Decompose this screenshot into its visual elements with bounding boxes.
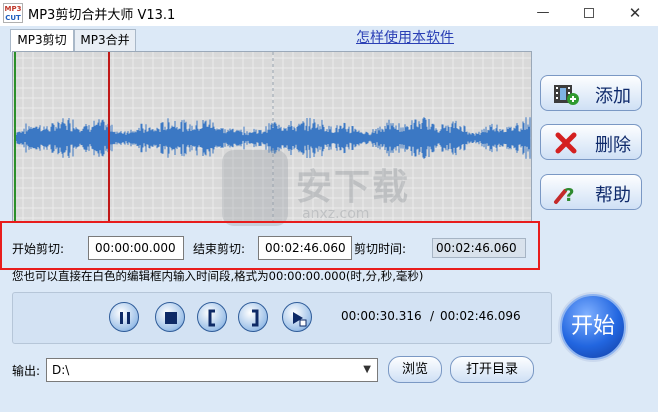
svg-text:?: ?: [564, 185, 574, 205]
mark-in-button[interactable]: [197, 302, 227, 332]
stop-icon: [165, 312, 177, 324]
mark-out-button[interactable]: [238, 302, 268, 332]
help-button-label: 帮助: [595, 185, 631, 206]
end-cut-input[interactable]: 00:02:46.060: [258, 236, 352, 260]
question-icon: ?: [554, 185, 574, 205]
maximize-button[interactable]: [566, 0, 612, 26]
maximize-icon: [584, 7, 594, 18]
title-bar: MP3 CUT MP3剪切合并大师 V13.1 — ✕: [0, 0, 658, 26]
mark-in-icon: [208, 309, 215, 327]
tab-mp3-cut[interactable]: MP3剪切: [10, 29, 74, 52]
current-time: 00:00:30.316: [341, 309, 422, 323]
app-logo-icon: MP3 CUT: [3, 3, 23, 23]
browse-button[interactable]: 浏览: [388, 356, 442, 383]
start-button[interactable]: 开始: [560, 294, 626, 360]
pause-icon: [120, 312, 130, 324]
start-cut-label: 开始剪切:: [12, 242, 65, 256]
add-button-label: 添加: [595, 86, 631, 107]
total-time: 00:02:46.096: [440, 309, 521, 323]
delete-button-label: 删除: [595, 135, 631, 156]
cut-duration-value: 00:02:46.060: [432, 238, 526, 258]
watermark-text: 安下载: [296, 167, 411, 208]
play-icon: [293, 312, 307, 327]
play-selection-button[interactable]: [282, 302, 312, 332]
watermark-subtext: anxz.com: [302, 206, 370, 222]
how-to-use-link[interactable]: 怎样使用本软件: [356, 27, 454, 47]
stop-button[interactable]: [155, 302, 185, 332]
format-hint: 您也可以直接在白色的编辑框内输入时间段,格式为00:00:00.000(时,分,…: [12, 269, 424, 283]
output-path-select[interactable]: D:\ ▼: [46, 358, 378, 382]
minimize-button[interactable]: —: [520, 0, 566, 26]
start-cut-input[interactable]: 00:00:00.000: [88, 236, 184, 260]
help-button[interactable]: ? 帮助: [540, 174, 642, 210]
cut-duration-label: 剪切时间:: [354, 242, 407, 256]
tab-mp3-merge[interactable]: MP3合并: [74, 29, 136, 51]
output-path-value: D:\: [52, 363, 70, 377]
close-button[interactable]: ✕: [612, 0, 658, 26]
add-button[interactable]: 添加: [540, 75, 642, 111]
red-x-icon: [555, 132, 577, 154]
window-title: MP3剪切合并大师 V13.1: [28, 8, 176, 23]
chevron-down-icon[interactable]: ▼: [363, 359, 371, 381]
film-add-icon: [554, 85, 579, 105]
watermark-shield-icon: [222, 150, 288, 226]
delete-button[interactable]: 删除: [540, 124, 642, 160]
open-directory-button[interactable]: 打开目录: [450, 356, 534, 383]
output-label: 输出:: [12, 364, 41, 378]
time-separator: /: [430, 309, 435, 323]
pause-button[interactable]: [109, 302, 139, 332]
end-cut-label: 结束剪切:: [193, 242, 246, 256]
mark-out-icon: [252, 309, 259, 327]
